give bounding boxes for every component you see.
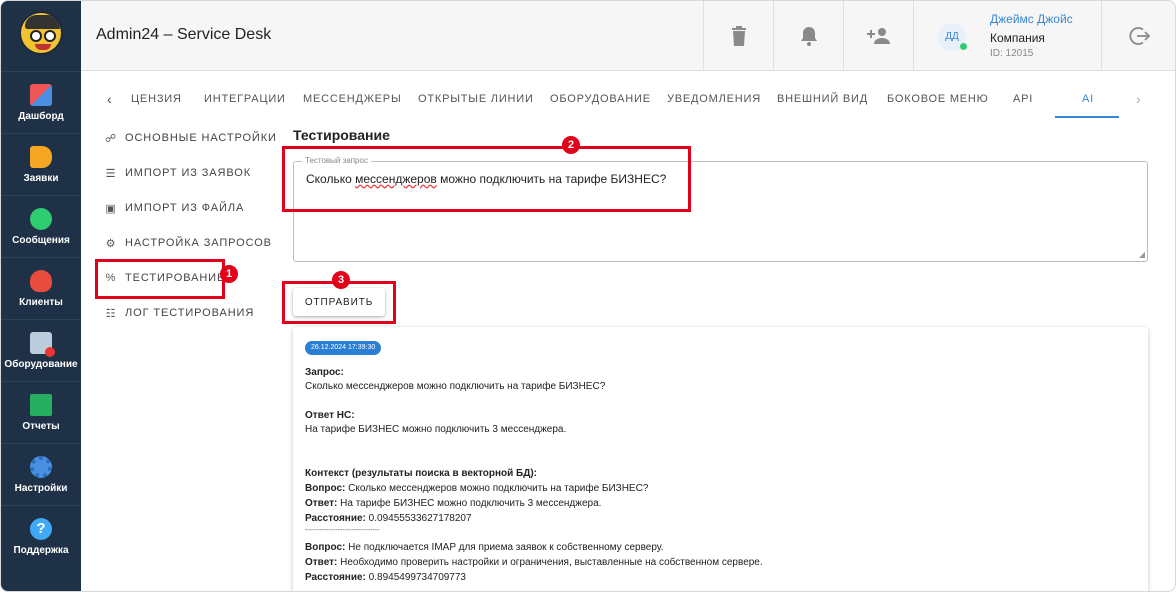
list-icon: ☷ [105, 307, 117, 320]
app-window: Дашборд Заявки Сообщения Клиенты Оборудо… [0, 0, 1176, 592]
annotation-badge-2: 2 [562, 136, 580, 154]
annotation-badge-3: 3 [332, 271, 350, 289]
sidebar-item-dashboard[interactable]: Дашборд [1, 71, 81, 133]
tab-open-lines[interactable]: ОТКРЫТЫЕ ЛИНИИ [418, 93, 534, 105]
submenu-item-label: ТЕСТИРОВАНИЕ [125, 272, 226, 284]
submenu-item-basic-settings[interactable]: ☍ ОСНОВНЫЕ НАСТРОЙКИ [105, 128, 277, 148]
submenu-item-label: ЛОГ ТЕСТИРОВАНИЯ [125, 307, 255, 319]
sidebar-item-label: Оборудование [4, 358, 78, 370]
send-button[interactable]: ОТПРАВИТЬ [293, 288, 385, 316]
trash-icon [731, 26, 746, 46]
logout-icon [1129, 27, 1150, 45]
tab-side-menu[interactable]: БОКОВОЕ МЕНЮ [887, 93, 989, 105]
chat-icon [30, 207, 52, 230]
submenu-item-label: ОСНОВНЫЕ НАСТРОЙКИ [125, 132, 277, 144]
tab-messengers[interactable]: МЕССЕНДЖЕРЫ [303, 93, 402, 105]
sidebar-item-reports[interactable]: Отчеты [1, 381, 81, 443]
context-question: Вопрос: Сколько мессенджеров можно подкл… [305, 483, 649, 494]
sidebar-item-clients[interactable]: Клиенты [1, 257, 81, 319]
test-query-label: Тестовый запрос [302, 156, 371, 165]
cog-icon: ⚙ [105, 237, 117, 250]
settings-tabs: ‹ ЦЕНЗИЯ ИНТЕГРАЦИИ МЕССЕНДЖЕРЫ ОТКРЫТЫЕ… [81, 79, 1175, 119]
context-answer: Ответ: На тарифе БИЗНЕС можно подключить… [305, 498, 602, 509]
clients-icon [30, 269, 52, 292]
answer-label: Ответ НС: [305, 410, 355, 421]
request-label: Запрос: [305, 367, 344, 378]
receipt-icon: ☰ [105, 167, 117, 180]
test-query-field[interactable]: Тестовый запрос Сколько мессенджеров мож… [293, 156, 1148, 262]
settings-gear-icon [30, 455, 52, 478]
user-id: ID: 12015 [990, 48, 1034, 59]
app-logo-icon[interactable] [19, 11, 63, 55]
tab-notifications[interactable]: УВЕДОМЛЕНИЯ [667, 93, 761, 105]
submenu-item-label: ИМПОРТ ИЗ ФАЙЛА [125, 202, 245, 214]
sidebar-item-settings[interactable]: Настройки [1, 443, 81, 505]
tab-license[interactable]: ЦЕНЗИЯ [131, 93, 182, 105]
add-user-button[interactable] [843, 1, 913, 71]
sidebar-item-label: Дашборд [18, 110, 64, 122]
tab-integrations[interactable]: ИНТЕГРАЦИИ [204, 93, 286, 105]
logout-button[interactable] [1101, 1, 1175, 71]
equipment-icon [30, 331, 55, 357]
percent-icon: % [105, 272, 117, 284]
resize-handle-icon[interactable]: ◢ [1139, 250, 1145, 259]
sidebar-item-label: Отчеты [22, 420, 60, 432]
settings-sliders-icon: ☍ [105, 132, 118, 145]
timestamp-badge: 26.12.2024 17:39:30 [305, 341, 382, 355]
sidebar-item-label: Клиенты [19, 296, 63, 308]
active-tab-indicator [1055, 116, 1119, 118]
submenu-item-import-requests[interactable]: ☰ ИМПОРТ ИЗ ЗАЯВОК [105, 163, 251, 183]
sidebar-item-requests[interactable]: Заявки [1, 133, 81, 195]
submenu-item-label: ИМПОРТ ИЗ ЗАЯВОК [125, 167, 252, 179]
help-icon: ? [30, 517, 52, 540]
user-name[interactable]: Джеймс Джойс [990, 12, 1073, 26]
tab-appearance[interactable]: ВНЕШНИЙ ВИД [777, 93, 868, 105]
submenu-item-testing[interactable]: % ТЕСТИРОВАНИЕ [105, 268, 225, 288]
test-result-card: 26.12.2024 17:39:30 Запрос: Сколько месс… [293, 327, 1148, 591]
answer-text: На тарифе БИЗНЕС можно подключить 3 месс… [305, 424, 567, 435]
submenu-item-test-log[interactable]: ☷ ЛОГ ТЕСТИРОВАНИЯ [105, 303, 254, 323]
annotation-badge-1: 1 [220, 265, 238, 283]
context-distance: Расстояние: 0.09455533627178207 [305, 513, 472, 524]
notifications-button[interactable] [773, 1, 843, 71]
context-question: Вопрос: Не подключается IMAP для приема … [305, 542, 664, 553]
sidebar-item-support[interactable]: ? Поддержка [1, 505, 81, 567]
submenu-item-label: НАСТРОЙКА ЗАПРОСОВ [125, 237, 272, 249]
test-query-value[interactable]: Сколько мессенджеров можно подключить на… [306, 172, 666, 186]
tab-equipment[interactable]: ОБОРУДОВАНИЕ [550, 93, 651, 105]
tab-api[interactable]: API [1013, 93, 1033, 105]
page-title: Тестирование [293, 127, 390, 143]
dashboard-icon [30, 83, 52, 106]
trash-button[interactable] [703, 1, 773, 71]
add-user-icon [866, 28, 890, 44]
context-distance: Расстояние: 0.8945499734709773 [305, 572, 466, 583]
sidebar-item-label: Поддержка [13, 544, 69, 556]
sidebar-item-label: Заявки [23, 172, 59, 184]
context-separator: -------------------------------- [305, 527, 380, 534]
sidebar-item-label: Настройки [14, 482, 68, 494]
app-title: Admin24 – Service Desk [96, 26, 272, 43]
context-label: Контекст (результаты поиска в векторной … [305, 468, 538, 479]
sidebar-item-equipment[interactable]: Оборудование [1, 319, 81, 381]
online-status-icon [960, 43, 967, 50]
sidebar: Дашборд Заявки Сообщения Клиенты Оборудо… [1, 1, 81, 591]
sidebar-item-label: Сообщения [12, 234, 70, 246]
submenu-item-query-settings[interactable]: ⚙ НАСТРОЙКА ЗАПРОСОВ [105, 233, 272, 253]
tabs-scroll-right-icon[interactable]: › [1136, 91, 1141, 107]
submenu-item-import-file[interactable]: ▣ ИМПОРТ ИЗ ФАЙЛА [105, 198, 244, 218]
request-text: Сколько мессенджеров можно подключить на… [305, 381, 606, 392]
top-bar: Admin24 – Service Desk ДД Джеймс Джойс К… [81, 1, 1175, 71]
tabs-scroll-left-icon[interactable]: ‹ [107, 91, 112, 107]
file-icon: ▣ [105, 202, 117, 215]
context-answer: Ответ: Необходимо проверить настройки и … [305, 557, 763, 568]
sidebar-item-messages[interactable]: Сообщения [1, 195, 81, 257]
user-profile[interactable]: ДД Джеймс Джойс Компания ID: 12015 [913, 1, 1101, 71]
tab-ai[interactable]: AI [1082, 93, 1094, 105]
megaphone-icon [30, 145, 52, 168]
reports-icon [30, 393, 52, 416]
bell-icon [800, 27, 817, 46]
user-company: Компания [990, 31, 1045, 45]
